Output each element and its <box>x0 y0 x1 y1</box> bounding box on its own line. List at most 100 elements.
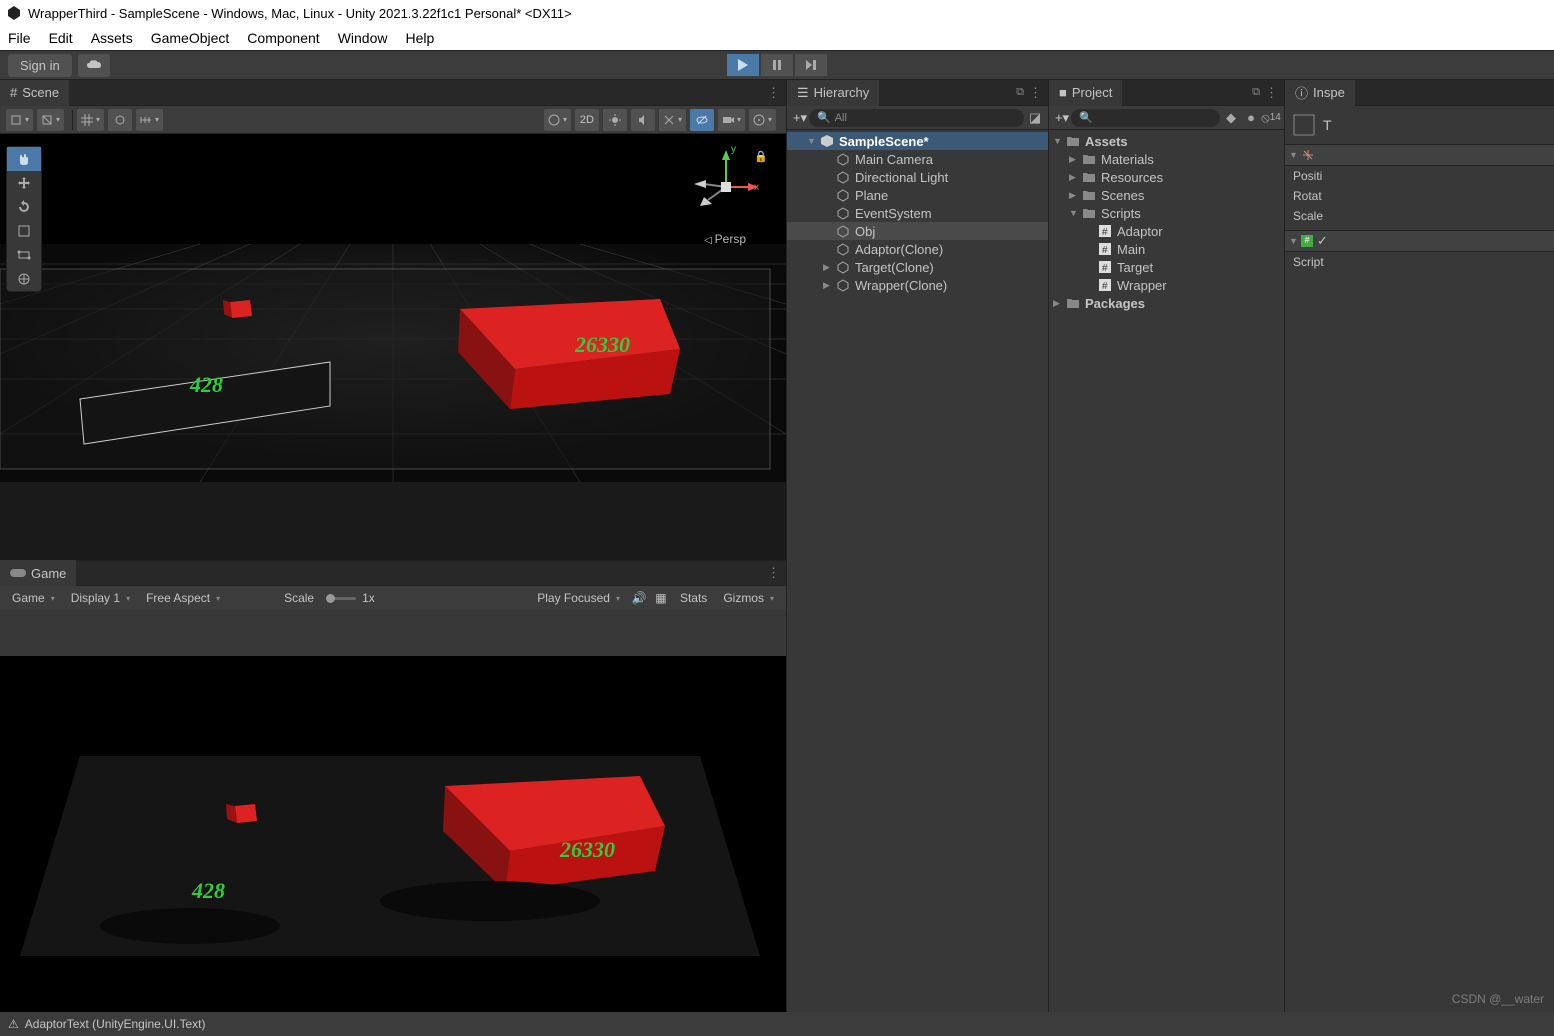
expand-arrow-icon[interactable]: ▼ <box>1069 208 1081 218</box>
expand-arrow-icon[interactable]: ▼ <box>807 136 819 146</box>
hierarchy-popout-icon[interactable]: ⧉ <box>1016 86 1024 99</box>
rotation-row[interactable]: Rotat <box>1285 186 1554 206</box>
menu-edit[interactable]: Edit <box>49 30 73 46</box>
project-filter2-icon[interactable]: ● <box>1242 109 1260 127</box>
expand-arrow-icon[interactable]: ▶ <box>1069 172 1081 183</box>
scale-slider[interactable] <box>326 597 356 600</box>
scene-view[interactable]: 428 26330 y <box>0 134 786 560</box>
tree-row[interactable]: EventSystem <box>787 204 1048 222</box>
tool-2d[interactable]: 2D <box>575 109 599 131</box>
expand-arrow-icon[interactable]: ▶ <box>1069 190 1081 201</box>
transform-tool[interactable] <box>7 267 41 291</box>
tool-increment[interactable] <box>136 109 163 131</box>
expand-arrow-icon[interactable]: ▶ <box>1069 154 1081 165</box>
hand-tool[interactable] <box>7 147 41 171</box>
menu-help[interactable]: Help <box>405 30 434 46</box>
tree-row[interactable]: Main Camera <box>787 150 1048 168</box>
hierarchy-menu-icon[interactable]: ⋮ <box>1029 85 1042 101</box>
transform-component[interactable]: ▼ <box>1285 144 1554 166</box>
game-view[interactable]: 428 26330 <box>0 610 786 1036</box>
tab-hierarchy[interactable]: ☰ Hierarchy <box>787 80 879 106</box>
tool-draw-mode[interactable] <box>544 109 571 131</box>
menu-gameobject[interactable]: GameObject <box>151 30 230 46</box>
tool-camera[interactable] <box>718 109 745 131</box>
tree-row[interactable]: #Target <box>1049 258 1284 276</box>
tree-row[interactable]: ▼Scripts <box>1049 204 1284 222</box>
tool-local[interactable] <box>37 109 64 131</box>
persp-label[interactable]: ◁ Persp <box>704 232 746 246</box>
tree-label: Assets <box>1085 134 1128 149</box>
step-button[interactable] <box>795 54 827 76</box>
project-menu-icon[interactable]: ⋮ <box>1265 85 1278 101</box>
hierarchy-filter-icon[interactable]: ◪ <box>1026 109 1044 127</box>
rect-tool[interactable] <box>7 243 41 267</box>
cloud-button[interactable] <box>78 54 110 77</box>
tree-row[interactable]: Obj <box>787 222 1048 240</box>
tab-game[interactable]: Game <box>0 560 76 586</box>
tree-row[interactable]: ▼ Assets <box>1049 132 1284 150</box>
tool-audio[interactable] <box>631 109 655 131</box>
hierarchy-add-button[interactable]: +▾ <box>791 110 809 126</box>
tool-gizmos[interactable] <box>749 109 776 131</box>
tree-row[interactable]: ▶Resources <box>1049 168 1284 186</box>
tree-row[interactable]: ▶Materials <box>1049 150 1284 168</box>
pause-button[interactable] <box>761 54 793 76</box>
play-button[interactable] <box>727 54 759 76</box>
signin-button[interactable]: Sign in <box>8 54 72 77</box>
game-aspect-select[interactable]: Free Aspect <box>138 586 278 610</box>
tab-scene[interactable]: # Scene <box>0 80 69 106</box>
tree-row[interactable]: Plane <box>787 186 1048 204</box>
tree-row[interactable]: ▶Packages <box>1049 294 1284 312</box>
project-popout-icon[interactable]: ⧉ <box>1252 86 1260 99</box>
rotate-tool[interactable] <box>7 195 41 219</box>
project-hidden-icon[interactable]: ⦸14 <box>1262 109 1280 127</box>
scene-menu-icon[interactable]: ⋮ <box>767 85 780 101</box>
folder-icon <box>1081 151 1097 167</box>
tree-row[interactable]: #Wrapper <box>1049 276 1284 294</box>
project-add-button[interactable]: +▾ <box>1053 110 1071 126</box>
gizmos-button[interactable]: Gizmos <box>715 586 782 610</box>
menu-window[interactable]: Window <box>338 30 388 46</box>
tool-snap[interactable] <box>108 109 132 131</box>
stats-button[interactable]: Stats <box>672 591 715 605</box>
tree-row[interactable]: #Main <box>1049 240 1284 258</box>
menu-file[interactable]: File <box>8 30 31 46</box>
project-search[interactable]: 🔍 <box>1071 109 1220 127</box>
tab-inspector[interactable]: ⓘ Inspe <box>1285 80 1355 106</box>
tree-row[interactable]: Directional Light <box>787 168 1048 186</box>
tool-hidden[interactable] <box>690 109 714 131</box>
scale-row[interactable]: Scale <box>1285 206 1554 226</box>
mute-icon[interactable]: 🔊 <box>628 591 650 605</box>
tab-project[interactable]: ■ Project <box>1049 80 1122 106</box>
expand-arrow-icon[interactable]: ▶ <box>823 280 835 291</box>
project-filter1-icon[interactable]: ◆ <box>1222 109 1240 127</box>
tree-row[interactable]: ▼SampleScene* <box>787 132 1048 150</box>
cube-icon <box>835 241 851 257</box>
tool-pivot[interactable] <box>6 109 33 131</box>
expand-arrow-icon[interactable]: ▶ <box>1053 298 1065 309</box>
menu-component[interactable]: Component <box>247 30 319 46</box>
game-display-select[interactable]: Display 1 <box>63 586 138 610</box>
expand-arrow-icon[interactable]: ▼ <box>1053 136 1065 146</box>
position-row[interactable]: Positi <box>1285 166 1554 186</box>
stats-icon[interactable]: ▦ <box>650 591 672 605</box>
script-component[interactable]: ▼ # ✓ <box>1285 230 1554 252</box>
lock-icon[interactable]: 🔒 <box>754 150 768 163</box>
tree-row[interactable]: ▶Target(Clone) <box>787 258 1048 276</box>
tree-row[interactable]: ▶Wrapper(Clone) <box>787 276 1048 294</box>
scene-label-right: 26330 <box>575 332 630 358</box>
tool-effects[interactable] <box>659 109 686 131</box>
menu-assets[interactable]: Assets <box>91 30 133 46</box>
game-camera-select[interactable]: Game <box>4 586 63 610</box>
move-tool[interactable] <box>7 171 41 195</box>
tree-row[interactable]: Adaptor(Clone) <box>787 240 1048 258</box>
tree-row[interactable]: #Adaptor <box>1049 222 1284 240</box>
expand-arrow-icon[interactable]: ▶ <box>823 262 835 273</box>
scale-tool[interactable] <box>7 219 41 243</box>
hierarchy-search[interactable]: 🔍 All <box>809 109 1024 127</box>
game-menu-icon[interactable]: ⋮ <box>767 565 780 581</box>
tool-lighting[interactable] <box>603 109 627 131</box>
play-focus-select[interactable]: Play Focused <box>529 586 628 610</box>
tree-row[interactable]: ▶Scenes <box>1049 186 1284 204</box>
tool-grid-toggle[interactable] <box>77 109 104 131</box>
